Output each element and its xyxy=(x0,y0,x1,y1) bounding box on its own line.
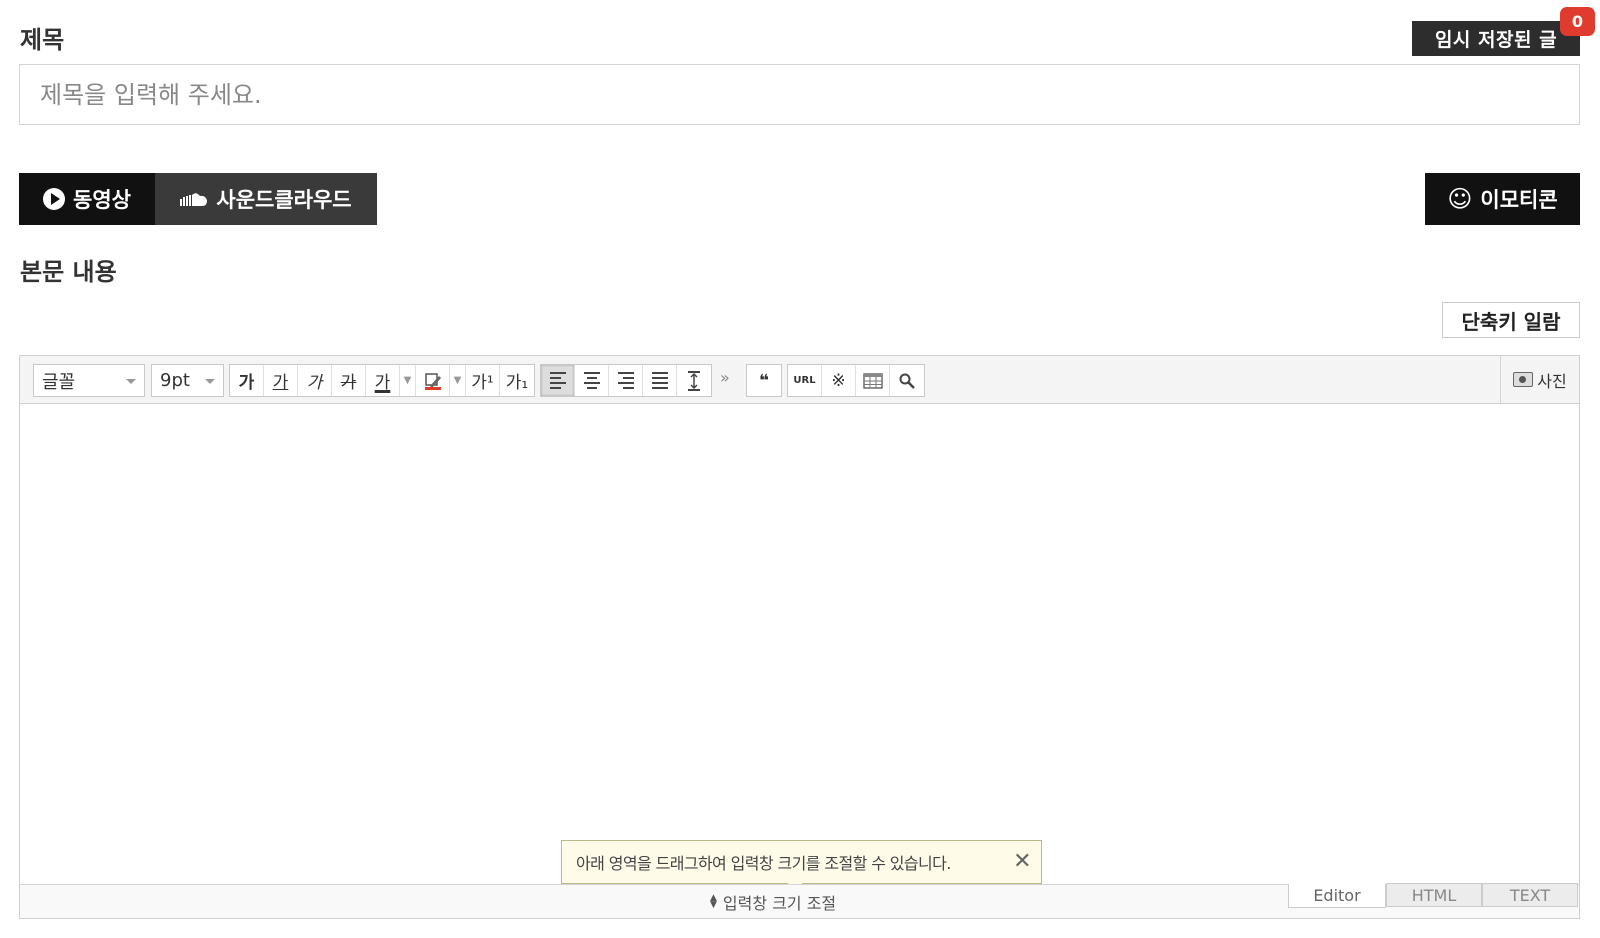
resize-tooltip: 아래 영역을 드래그하여 입력창 크기를 조절할 수 있습니다. ✕ xyxy=(561,840,1042,894)
align-justify-icon xyxy=(651,372,668,389)
more-tools-button[interactable]: » xyxy=(720,368,730,387)
special-character-button[interactable]: ※ xyxy=(822,365,856,396)
italic-button[interactable]: 가 xyxy=(298,365,332,396)
line-height-icon xyxy=(688,370,700,391)
highlighter-icon xyxy=(424,372,441,390)
title-input[interactable] xyxy=(19,64,1580,125)
align-center-icon xyxy=(583,372,600,389)
underline-button[interactable]: 가 xyxy=(264,365,298,396)
play-icon xyxy=(43,188,66,210)
align-center-button[interactable] xyxy=(575,365,609,396)
font-color-button[interactable]: 가 xyxy=(366,365,400,396)
video-button-label: 동영상 xyxy=(73,188,131,212)
superscript-button[interactable]: 가¹ xyxy=(466,365,500,396)
smile-icon: ☺ xyxy=(1447,185,1473,213)
video-button[interactable]: 동영상 xyxy=(19,173,155,225)
font-size-select[interactable]: 9pt xyxy=(151,364,224,397)
align-left-icon xyxy=(549,372,566,389)
editor-toolbar: 글꼴 9pt 가 가 가 가 가 ▼ ▼ 가¹ 가₁ » ❝ URL ※ 사진 xyxy=(20,356,1579,404)
photo-button-label: 사진 xyxy=(1537,371,1567,391)
link-button[interactable]: URL xyxy=(788,365,822,396)
table-icon xyxy=(862,372,883,389)
table-button[interactable] xyxy=(856,365,890,396)
editor-content-area[interactable] xyxy=(20,404,1579,883)
font-family-value: 글꼴 xyxy=(42,371,76,393)
cloud-icon xyxy=(180,193,208,206)
camera-icon xyxy=(1513,372,1534,387)
close-icon[interactable]: ✕ xyxy=(1013,851,1031,873)
quote-button[interactable]: ❝ xyxy=(747,365,781,396)
tab-text[interactable]: TEXT xyxy=(1482,883,1578,907)
align-justify-button[interactable] xyxy=(643,365,677,396)
shortcut-list-button[interactable]: 단축키 일람 xyxy=(1442,302,1580,338)
resize-tooltip-text: 아래 영역을 드래그하여 입력창 크기를 조절할 수 있습니다. xyxy=(576,854,951,873)
font-color-dropdown[interactable]: ▼ xyxy=(400,365,416,396)
search-icon xyxy=(899,373,915,389)
bold-button[interactable]: 가 xyxy=(230,365,264,396)
resize-handle-label: 입력창 크기 조절 xyxy=(722,894,837,913)
text-format-group: 가 가 가 가 가 ▼ ▼ 가¹ 가₁ xyxy=(229,364,535,397)
align-left-button[interactable] xyxy=(541,365,575,396)
tab-editor[interactable]: Editor xyxy=(1288,884,1386,908)
emoticon-button-label: 이모티콘 xyxy=(1480,188,1558,212)
photo-button[interactable]: 사진 xyxy=(1500,356,1579,403)
title-label: 제목 xyxy=(20,26,65,54)
font-size-value: 9pt xyxy=(160,370,190,391)
align-right-icon xyxy=(617,372,634,389)
search-button[interactable] xyxy=(890,365,924,396)
temp-saved-count-badge: 0 xyxy=(1560,7,1595,36)
soundcloud-button[interactable]: 사운드클라우드 xyxy=(155,173,377,225)
font-family-select[interactable]: 글꼴 xyxy=(33,364,145,397)
line-height-button[interactable] xyxy=(677,365,711,396)
soundcloud-button-label: 사운드클라우드 xyxy=(216,188,352,212)
chevron-down-icon xyxy=(126,379,136,384)
editor-status-bar: ▲ ▼ 입력창 크기 조절 Editor HTML TEXT xyxy=(20,883,1579,918)
up-down-icon: ▲ ▼ xyxy=(710,893,717,910)
resize-handle[interactable]: ▲ ▼ 입력창 크기 조절 xyxy=(710,890,836,914)
strikethrough-button[interactable]: 가 xyxy=(332,365,366,396)
quote-group: ❝ xyxy=(746,364,782,397)
subscript-button[interactable]: 가₁ xyxy=(500,365,534,396)
insert-group: URL ※ xyxy=(787,364,925,397)
highlight-color-button[interactable] xyxy=(416,365,450,396)
alignment-group xyxy=(540,364,712,397)
temp-saved-posts-button[interactable]: 임시 저장된 글 xyxy=(1412,21,1580,56)
rich-text-editor: 글꼴 9pt 가 가 가 가 가 ▼ ▼ 가¹ 가₁ » ❝ URL ※ 사진 … xyxy=(19,355,1580,919)
chevron-down-icon xyxy=(205,379,215,384)
align-right-button[interactable] xyxy=(609,365,643,396)
emoticon-button[interactable]: ☺ 이모티콘 xyxy=(1425,173,1580,225)
body-content-label: 본문 내용 xyxy=(20,258,117,286)
tab-html[interactable]: HTML xyxy=(1386,883,1482,907)
highlight-color-dropdown[interactable]: ▼ xyxy=(450,365,466,396)
